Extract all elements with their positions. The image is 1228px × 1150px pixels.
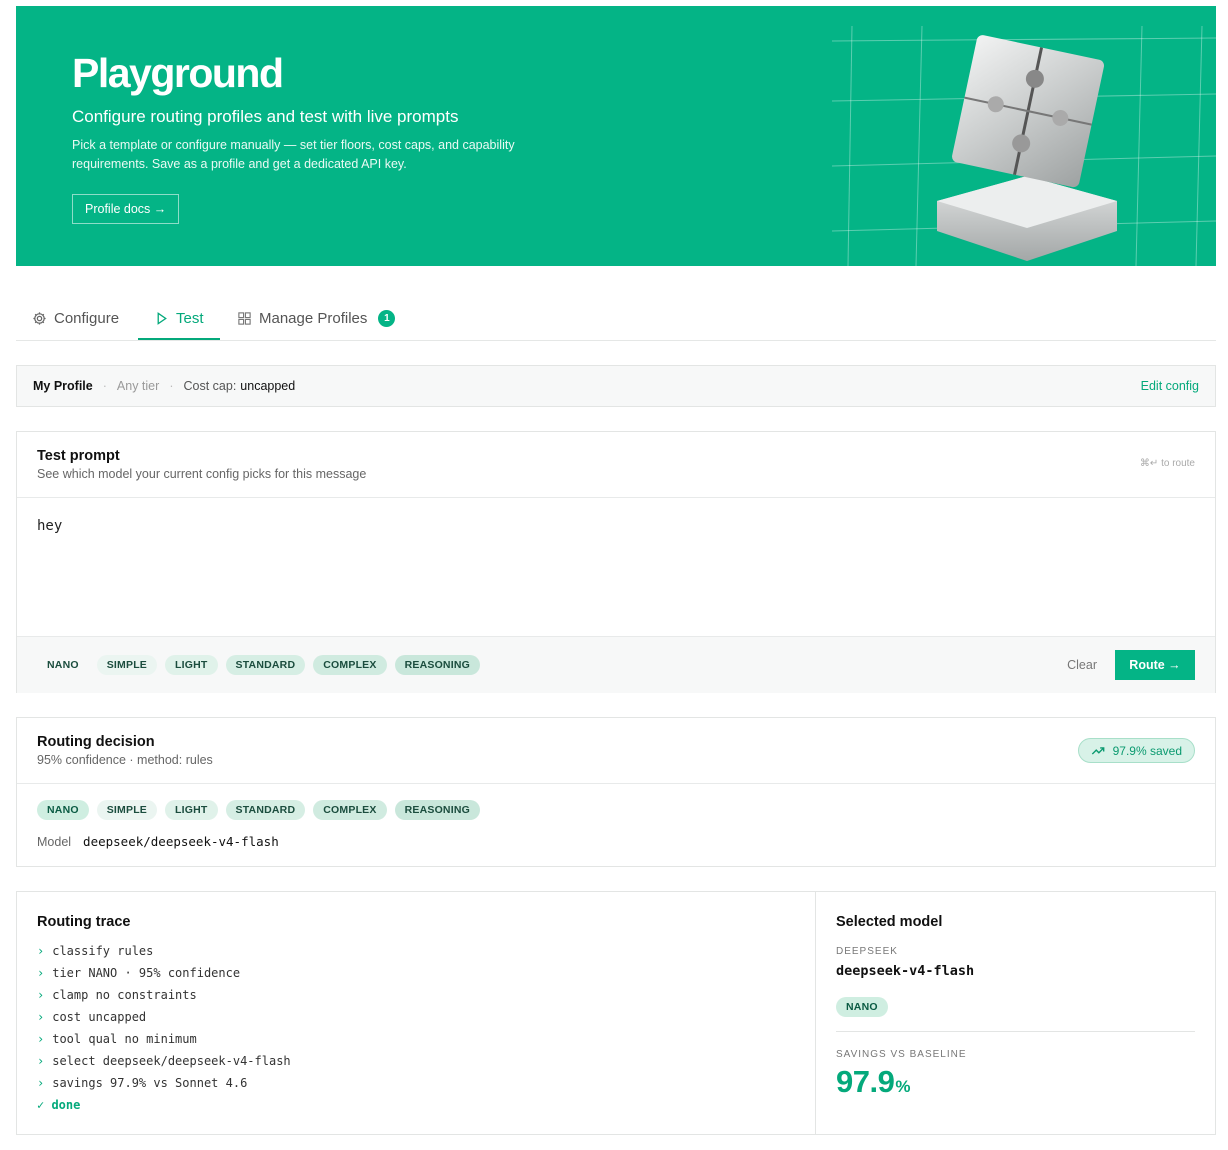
profile-tier: Any tier — [116, 379, 160, 393]
trace-line-text: classify rules — [52, 944, 154, 958]
edit-config-link[interactable]: Edit config — [1141, 379, 1199, 393]
tier-chips: NANO SIMPLE LIGHT STANDARD COMPLEX REASO… — [37, 655, 480, 675]
selected-model-panel: Selected model DEEPSEEK deepseek-v4-flas… — [815, 891, 1216, 1135]
clear-button[interactable]: Clear — [1067, 658, 1097, 672]
chevron-right-icon: › — [37, 1076, 45, 1090]
route-button[interactable]: Route → — [1115, 650, 1195, 680]
savings-badge: 97.9% saved — [1077, 738, 1195, 763]
active-tab-indicator — [138, 338, 220, 340]
keyboard-shortcut-hint: ⌘↵ to route — [1139, 458, 1195, 469]
routing-decision-subtitle: 95% confidence · method: rules — [37, 753, 213, 767]
tier-chip-complex[interactable]: COMPLEX — [313, 655, 387, 675]
chevron-right-icon: › — [37, 1054, 45, 1068]
trace-list: › classify rules › tier NANO · 95% confide… — [37, 940, 795, 1116]
chevron-right-icon: › — [37, 966, 45, 980]
trending-up-icon — [1091, 746, 1104, 755]
model-label: Model — [37, 834, 72, 849]
routing-trace-title: Routing trace — [37, 914, 131, 930]
hero-banner: Playground Configure routing profiles an… — [16, 6, 1216, 266]
trace-line-text: clamp no constraints — [52, 988, 197, 1002]
hero-subtitle: Configure routing profiles and test with… — [72, 107, 459, 126]
routing-trace-panel: Routing trace › classify rules › tier NANO… — [16, 891, 816, 1135]
chevron-right-icon: › — [37, 1010, 45, 1024]
trace-line-text: cost uncapped — [52, 1010, 147, 1024]
routing-decision-header: Routing decision 95% confidence · method… — [17, 718, 1215, 784]
tab-bar: Configure Test Manage Profiles 1 — [16, 296, 1216, 341]
separator-dot: · — [102, 379, 107, 393]
tab-test-label: Test — [176, 309, 204, 327]
selected-model-title: Selected model — [836, 914, 943, 930]
trace-line-text: tier NANO · 95% confidence — [52, 966, 241, 980]
chevron-right-icon: › — [37, 1032, 45, 1046]
tier-chip-nano[interactable]: NANO — [37, 655, 89, 675]
decision-tier-simple: SIMPLE — [96, 800, 158, 820]
divider — [836, 1031, 1195, 1032]
tab-manage-profiles[interactable]: Manage Profiles 1 — [237, 296, 396, 340]
savings-unit: % — [895, 1077, 911, 1096]
puzzle-cube-illustration — [831, 25, 1216, 266]
savings-value: 97.9 % — [836, 1064, 1195, 1100]
chevron-right-icon: › — [37, 944, 45, 958]
hero-description: Pick a template or configure manually — … — [72, 138, 515, 171]
selected-model-name: deepseek-v4-flash — [836, 963, 975, 979]
profile-name: My Profile — [33, 379, 93, 393]
test-prompt-card: Test prompt See which model your current… — [16, 431, 1216, 693]
test-prompt-title: Test prompt — [37, 448, 120, 464]
tab-configure[interactable]: Configure — [32, 296, 119, 340]
tier-chip-light[interactable]: LIGHT — [165, 655, 218, 675]
cost-cap-label: Cost cap: — [183, 379, 237, 393]
prompt-textarea[interactable]: hey — [17, 498, 1215, 637]
test-prompt-header: Test prompt See which model your current… — [17, 432, 1215, 498]
trace-line: › classify rules — [37, 940, 795, 962]
routing-decision-body: NANO SIMPLE LIGHT STANDARD COMPLEX REASO… — [17, 784, 1215, 865]
decision-tier-chips: NANO SIMPLE LIGHT STANDARD COMPLEX REASO… — [37, 800, 1195, 820]
tab-manage-profiles-label: Manage Profiles — [259, 309, 368, 327]
trace-line: › clamp no constraints — [37, 984, 795, 1006]
trace-done-line: ✓ done — [37, 1098, 81, 1112]
prompt-footer: NANO SIMPLE LIGHT STANDARD COMPLEX REASO… — [17, 637, 1215, 693]
decision-tier-complex: COMPLEX — [313, 800, 387, 820]
chevron-right-icon: › — [37, 988, 45, 1002]
decision-tier-light: LIGHT — [165, 800, 218, 820]
grid-icon — [238, 311, 251, 325]
trace-line: › tier NANO · 95% confidence — [37, 962, 795, 984]
decision-model-row: Model deepseek/deepseek-v4-flash — [37, 834, 1195, 849]
savings-number: 97.9 — [836, 1064, 895, 1099]
trace-line: › tool qual no minimum — [37, 1028, 795, 1050]
trace-line: › select deepseek/deepseek-v4-flash — [37, 1050, 795, 1072]
prompt-actions: Clear Route → — [1067, 650, 1195, 680]
routing-decision-title: Routing decision — [37, 734, 155, 750]
tier-chip-standard[interactable]: STANDARD — [225, 655, 306, 675]
profile-docs-button[interactable]: Profile docs → — [72, 194, 180, 224]
tab-test[interactable]: Test — [154, 296, 204, 340]
decision-tier-standard: STANDARD — [225, 800, 306, 820]
trace-line-text: select deepseek/deepseek-v4-flash — [52, 1054, 291, 1068]
page-title: Playground — [72, 50, 284, 96]
tier-chip-reasoning[interactable]: REASONING — [394, 655, 480, 675]
cost-cap-value: uncapped — [240, 379, 296, 393]
separator-dot: · — [169, 379, 174, 393]
savings-label: SAVINGS VS BASELINE — [836, 1049, 967, 1060]
trace-line: › cost uncapped — [37, 1006, 795, 1028]
test-prompt-subtitle: See which model your current config pick… — [37, 467, 367, 481]
play-icon — [157, 311, 167, 325]
trace-line-text: tool qual no minimum — [52, 1032, 197, 1046]
model-value: deepseek/deepseek-v4-flash — [83, 834, 279, 849]
profiles-count-badge: 1 — [378, 309, 396, 327]
tab-configure-label: Configure — [54, 309, 120, 327]
tier-chip-simple[interactable]: SIMPLE — [96, 655, 158, 675]
model-provider: DEEPSEEK — [836, 946, 898, 957]
gear-icon — [33, 311, 46, 325]
trace-line-text: savings 97.9% vs Sonnet 4.6 — [52, 1076, 248, 1090]
profile-summary-bar: My Profile · Any tier · Cost cap: uncapp… — [16, 365, 1216, 407]
decision-tier-nano: NANO — [37, 800, 89, 820]
savings-badge-label: 97.9% saved — [1112, 743, 1182, 758]
trace-line: › savings 97.9% vs Sonnet 4.6 — [37, 1072, 795, 1094]
decision-tier-reasoning: REASONING — [394, 800, 480, 820]
routing-decision-card: Routing decision 95% confidence · method… — [16, 717, 1216, 867]
selected-tier-badge: NANO — [836, 997, 888, 1017]
